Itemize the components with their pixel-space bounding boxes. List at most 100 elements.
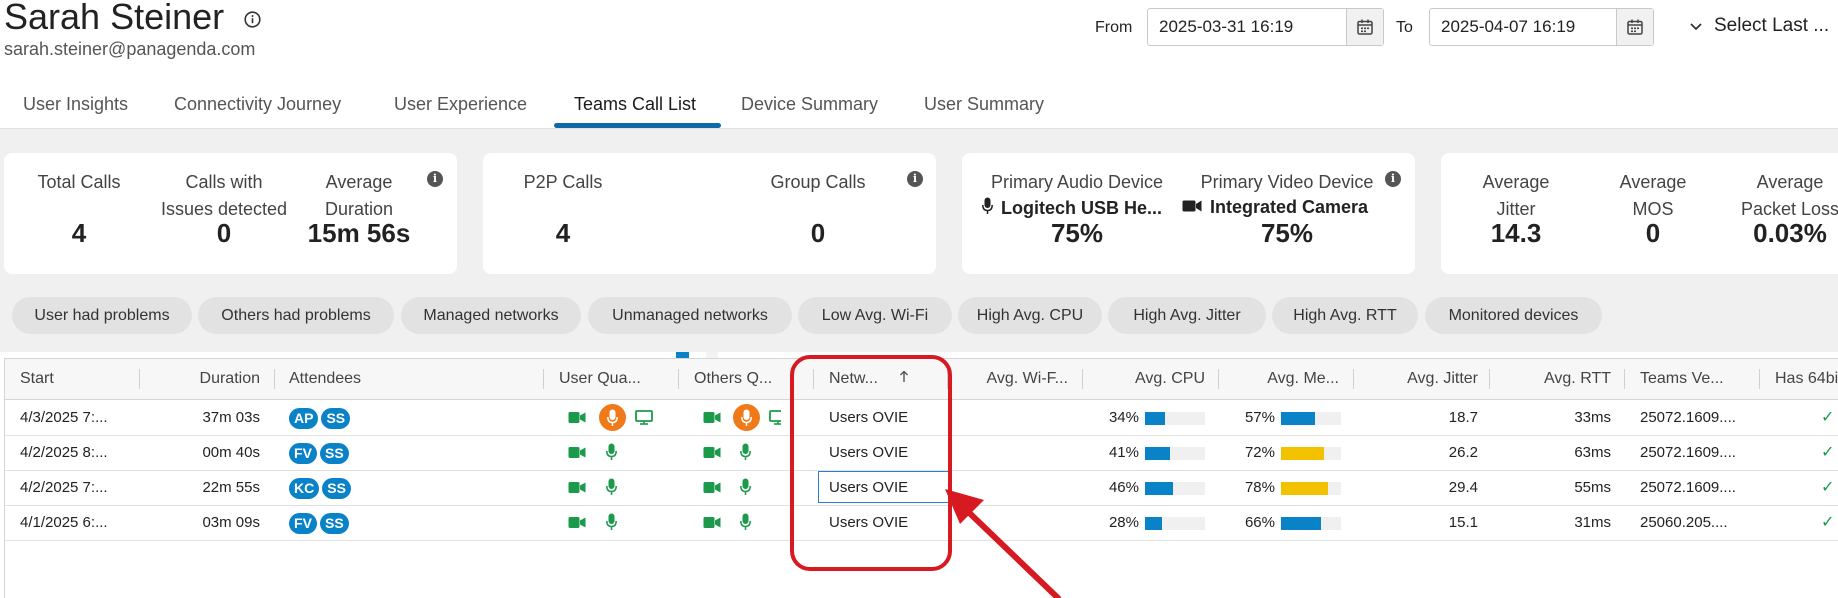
info-icon[interactable]: i (1385, 171, 1401, 187)
filter-high-avg-jitter[interactable]: High Avg. Jitter (1108, 297, 1266, 334)
column-header-avg-wifi[interactable]: Avg. Wi-F... (948, 359, 1069, 399)
to-date-value[interactable]: 2025-04-07 16:19 (1430, 17, 1616, 37)
filter-unmanaged-networks[interactable]: Unmanaged networks (588, 297, 792, 334)
attendees-cell[interactable]: AP SS (289, 400, 353, 435)
tab-connectivity-journey[interactable]: Connectivity Journey (174, 94, 341, 115)
calendar-icon[interactable] (1346, 9, 1383, 45)
attendee-badge[interactable]: SS (320, 512, 349, 534)
attendee-badge[interactable]: SS (321, 407, 351, 429)
microphone-icon[interactable] (606, 443, 617, 465)
from-date-field[interactable]: 2025-03-31 16:19 (1147, 8, 1384, 46)
filter-others-had-problems[interactable]: Others had problems (198, 297, 394, 334)
teams-version-cell[interactable]: 25072.1609.... (1640, 435, 1755, 470)
teams-version-cell[interactable]: 25072.1609.... (1640, 470, 1755, 505)
cpu-value-cell[interactable]: 46% (1085, 470, 1139, 505)
duration-cell[interactable]: 22m 55s (140, 470, 260, 505)
video-camera-icon[interactable] (703, 481, 721, 498)
filter-managed-networks[interactable]: Managed networks (401, 297, 581, 334)
microphone-icon[interactable] (740, 443, 751, 465)
column-divider[interactable] (678, 369, 679, 389)
start-cell[interactable]: 4/3/2025 7:... (20, 400, 130, 435)
start-cell[interactable]: 4/2/2025 8:... (20, 435, 130, 470)
select-last-label[interactable]: Select Last ... (1714, 15, 1829, 37)
attendee-badge[interactable]: AP (289, 407, 319, 429)
info-icon[interactable]: i (907, 171, 923, 187)
video-camera-icon[interactable] (703, 446, 721, 463)
video-camera-icon[interactable] (568, 446, 586, 463)
video-camera-icon[interactable] (703, 516, 721, 533)
duration-cell[interactable]: 03m 09s (140, 505, 260, 540)
to-date-field[interactable]: 2025-04-07 16:19 (1429, 8, 1654, 46)
microphone-icon[interactable] (740, 478, 751, 500)
attendee-badge[interactable]: SS (320, 442, 349, 464)
memory-value-cell[interactable]: 57% (1219, 400, 1275, 435)
jitter-cell[interactable]: 15.1 (1354, 505, 1478, 540)
jitter-cell[interactable]: 29.4 (1354, 470, 1478, 505)
select-last-dropdown[interactable]: Select Last ... (1690, 15, 1829, 37)
attendee-badge[interactable]: KC (289, 477, 320, 499)
info-icon[interactable] (244, 0, 261, 37)
memory-value-cell[interactable]: 72% (1219, 435, 1275, 470)
attendees-cell[interactable]: KC SS (289, 470, 354, 505)
rtt-cell[interactable]: 63ms (1490, 435, 1611, 470)
memory-value-cell[interactable]: 66% (1219, 505, 1275, 540)
column-divider[interactable] (1624, 369, 1625, 389)
column-header-duration[interactable]: Duration (140, 359, 260, 399)
tab-user-insights[interactable]: User Insights (23, 94, 128, 115)
column-header-has-64bit[interactable]: Has 64bi (1775, 359, 1838, 399)
rtt-cell[interactable]: 33ms (1490, 400, 1611, 435)
column-header-avg-jitter[interactable]: Avg. Jitter (1354, 359, 1478, 399)
microphone-icon[interactable] (740, 513, 751, 535)
column-header-start[interactable]: Start (20, 359, 54, 399)
from-date-value[interactable]: 2025-03-31 16:19 (1148, 17, 1346, 37)
column-divider[interactable] (274, 369, 275, 389)
column-divider[interactable] (1759, 369, 1760, 389)
filter-low-avg-wifi[interactable]: Low Avg. Wi-Fi (798, 297, 952, 334)
microphone-alert-icon[interactable] (733, 404, 760, 431)
cpu-value-cell[interactable]: 34% (1085, 400, 1139, 435)
duration-cell[interactable]: 00m 40s (140, 435, 260, 470)
video-camera-icon[interactable] (568, 411, 586, 428)
column-header-attendees[interactable]: Attendees (289, 359, 361, 399)
teams-version-cell[interactable]: 25072.1609.... (1640, 400, 1755, 435)
microphone-icon[interactable] (606, 478, 617, 500)
filter-high-avg-cpu[interactable]: High Avg. CPU (958, 297, 1102, 334)
screen-share-icon[interactable] (635, 410, 653, 429)
attendee-badge[interactable]: FV (289, 512, 317, 534)
attendee-badge[interactable]: SS (322, 477, 351, 499)
calendar-icon[interactable] (1616, 9, 1653, 45)
tab-device-summary[interactable]: Device Summary (741, 94, 878, 115)
column-header-avg-rtt[interactable]: Avg. RTT (1490, 359, 1611, 399)
memory-value-cell[interactable]: 78% (1219, 470, 1275, 505)
video-camera-icon[interactable] (568, 516, 586, 533)
jitter-cell[interactable]: 18.7 (1354, 400, 1478, 435)
chevron-down-icon[interactable] (1690, 15, 1702, 37)
column-header-user-quality[interactable]: User Qua... (559, 359, 641, 399)
rtt-cell[interactable]: 31ms (1490, 505, 1611, 540)
attendee-badge[interactable]: FV (289, 442, 317, 464)
attendees-cell[interactable]: FV SS (289, 505, 352, 540)
rtt-cell[interactable]: 55ms (1490, 470, 1611, 505)
duration-cell[interactable]: 37m 03s (140, 400, 260, 435)
cpu-value-cell[interactable]: 28% (1085, 505, 1139, 540)
teams-version-cell[interactable]: 25060.205.... (1640, 505, 1755, 540)
start-cell[interactable]: 4/2/2025 7:... (20, 470, 130, 505)
filter-user-had-problems[interactable]: User had problems (12, 297, 192, 334)
column-header-avg-memory[interactable]: Avg. Me... (1219, 359, 1339, 399)
filter-high-avg-rtt[interactable]: High Avg. RTT (1272, 297, 1418, 334)
tab-user-summary[interactable]: User Summary (924, 94, 1044, 115)
cpu-value-cell[interactable]: 41% (1085, 435, 1139, 470)
column-header-others-quality[interactable]: Others Q... (694, 359, 772, 399)
video-camera-icon[interactable] (703, 411, 721, 428)
column-header-teams-version[interactable]: Teams Ve... (1640, 359, 1724, 399)
filter-monitored-devices[interactable]: Monitored devices (1425, 297, 1602, 334)
info-icon[interactable]: i (427, 171, 443, 187)
tab-user-experience[interactable]: User Experience (394, 94, 527, 115)
video-camera-icon[interactable] (568, 481, 586, 498)
microphone-alert-icon[interactable] (599, 404, 626, 431)
column-header-avg-cpu[interactable]: Avg. CPU (1083, 359, 1205, 399)
column-divider[interactable] (543, 369, 544, 389)
start-cell[interactable]: 4/1/2025 6:... (20, 505, 130, 540)
attendees-cell[interactable]: FV SS (289, 435, 352, 470)
screen-share-icon[interactable] (769, 410, 781, 429)
